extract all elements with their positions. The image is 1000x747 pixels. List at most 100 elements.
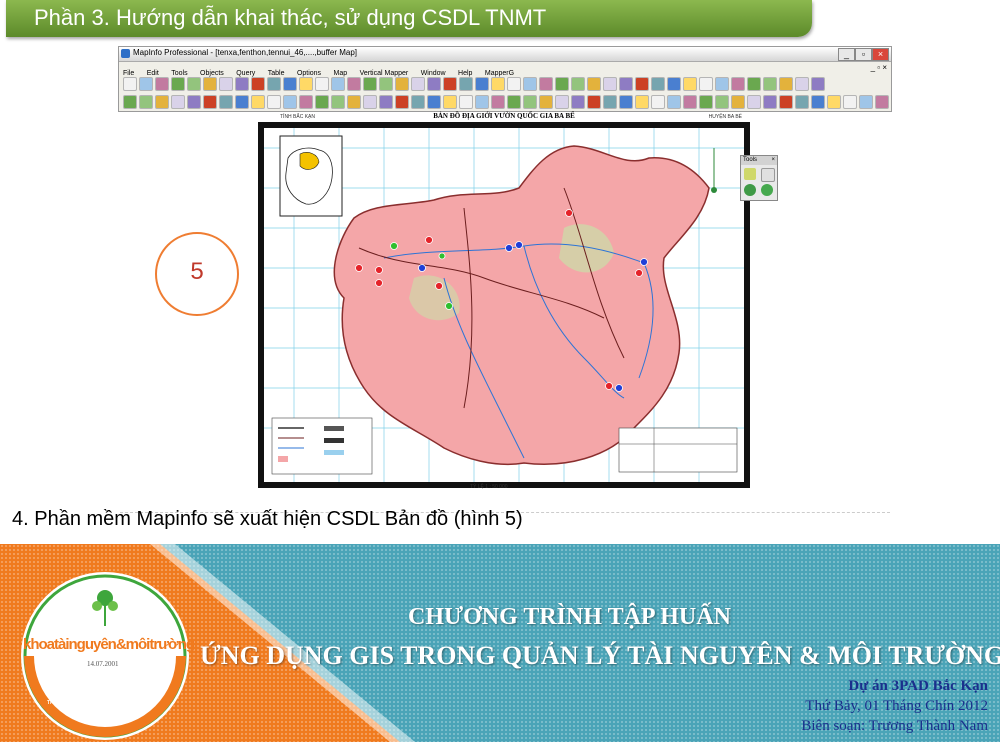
toolbar-button-icon[interactable] xyxy=(619,77,633,91)
toolbar-button-icon[interactable] xyxy=(811,77,825,91)
toolbar-button-icon[interactable] xyxy=(763,77,777,91)
toolbar-button-icon[interactable] xyxy=(363,95,377,109)
toolbar-button-icon[interactable] xyxy=(155,77,169,91)
toolbar-button-icon[interactable] xyxy=(763,95,777,109)
toolbar-button-icon[interactable] xyxy=(539,95,553,109)
toolbar-button-icon[interactable] xyxy=(539,77,553,91)
toolbar-button-icon[interactable] xyxy=(491,95,505,109)
toolbar-button-icon[interactable] xyxy=(747,77,761,91)
toolbar-button-icon[interactable] xyxy=(651,77,665,91)
toolbar-button-icon[interactable] xyxy=(171,95,185,109)
toolbar-button-icon[interactable] xyxy=(379,77,393,91)
toolbar-button-icon[interactable] xyxy=(123,95,137,109)
toolbar-button-icon[interactable] xyxy=(139,95,153,109)
toolbar-button-icon[interactable] xyxy=(619,95,633,109)
toolbar-button-icon[interactable] xyxy=(667,77,681,91)
toolbar-button-icon[interactable] xyxy=(267,77,281,91)
toolbar-button-icon[interactable] xyxy=(523,95,537,109)
toolbar-button-icon[interactable] xyxy=(507,77,521,91)
toolbar-button-icon[interactable] xyxy=(731,95,745,109)
toolbar-button-icon[interactable] xyxy=(235,77,249,91)
toolbar-button-icon[interactable] xyxy=(219,95,233,109)
toolbar-button-icon[interactable] xyxy=(475,77,489,91)
toolbar-button-icon[interactable] xyxy=(651,95,665,109)
tool-folder-icon[interactable] xyxy=(744,168,756,180)
toolbar-button-icon[interactable] xyxy=(779,95,793,109)
toolbar-button-icon[interactable] xyxy=(427,95,441,109)
toolbar-button-icon[interactable] xyxy=(715,77,729,91)
toolbar-button-icon[interactable] xyxy=(299,95,313,109)
mdi-window-buttons[interactable]: _ ▫ × xyxy=(871,63,887,72)
toolbar-button-icon[interactable] xyxy=(459,77,473,91)
toolbar-button-icon[interactable] xyxy=(603,95,617,109)
toolbar-button-icon[interactable] xyxy=(251,77,265,91)
toolbar-button-icon[interactable] xyxy=(555,95,569,109)
toolbar-button-icon[interactable] xyxy=(395,77,409,91)
toolbar-button-icon[interactable] xyxy=(843,95,857,109)
toolbar-button-icon[interactable] xyxy=(683,77,697,91)
toolbar-button-icon[interactable] xyxy=(811,95,825,109)
toolbar-button-icon[interactable] xyxy=(299,77,313,91)
toolbar-button-icon[interactable] xyxy=(507,95,521,109)
toolbar-button-icon[interactable] xyxy=(715,95,729,109)
toolbar-button-icon[interactable] xyxy=(283,77,297,91)
toolbar-button-icon[interactable] xyxy=(267,95,281,109)
toolbar-button-icon[interactable] xyxy=(187,95,201,109)
toolbar-button-icon[interactable] xyxy=(747,95,761,109)
tool-paint-icon[interactable] xyxy=(761,168,775,182)
toolbar-button-icon[interactable] xyxy=(251,95,265,109)
toolbar-button-icon[interactable] xyxy=(555,77,569,91)
toolbar-button-icon[interactable] xyxy=(795,95,809,109)
toolbar-button-icon[interactable] xyxy=(475,95,489,109)
toolbar-button-icon[interactable] xyxy=(491,77,505,91)
toolbar-button-icon[interactable] xyxy=(363,77,377,91)
toolbar-button-icon[interactable] xyxy=(523,77,537,91)
close-button[interactable]: × xyxy=(872,48,889,61)
toolbar-button-icon[interactable] xyxy=(779,77,793,91)
toolbar-button-icon[interactable] xyxy=(139,77,153,91)
maximize-button[interactable]: ▫ xyxy=(855,48,872,61)
toolbar-button-icon[interactable] xyxy=(587,95,601,109)
tool-world-icon[interactable] xyxy=(761,184,773,196)
toolbar-button-icon[interactable] xyxy=(123,77,137,91)
toolbar-button-icon[interactable] xyxy=(315,95,329,109)
toolbar-button-icon[interactable] xyxy=(731,77,745,91)
tool-globe-icon[interactable] xyxy=(744,184,756,196)
toolbar-button-icon[interactable] xyxy=(571,77,585,91)
toolbar-button-icon[interactable] xyxy=(219,77,233,91)
toolbar-button-icon[interactable] xyxy=(203,77,217,91)
toolbar-button-icon[interactable] xyxy=(411,95,425,109)
map-view[interactable] xyxy=(264,128,744,482)
toolbar-button-icon[interactable] xyxy=(459,95,473,109)
toolbar-button-icon[interactable] xyxy=(571,95,585,109)
toolbar-button-icon[interactable] xyxy=(395,95,409,109)
toolbar-button-icon[interactable] xyxy=(427,77,441,91)
toolbar-button-icon[interactable] xyxy=(443,77,457,91)
toolbar-button-icon[interactable] xyxy=(315,77,329,91)
toolbar-button-icon[interactable] xyxy=(603,77,617,91)
toolbar-button-icon[interactable] xyxy=(667,95,681,109)
toolbar-button-icon[interactable] xyxy=(379,95,393,109)
toolbar-button-icon[interactable] xyxy=(699,95,713,109)
toolbar-button-icon[interactable] xyxy=(411,77,425,91)
toolbar-button-icon[interactable] xyxy=(635,77,649,91)
toolbar-button-icon[interactable] xyxy=(283,95,297,109)
map-canvas[interactable] xyxy=(264,128,744,482)
toolbar-button-icon[interactable] xyxy=(203,95,217,109)
toolbar-button-icon[interactable] xyxy=(795,77,809,91)
tools-palette-close-button[interactable]: × xyxy=(771,156,775,165)
toolbar-button-icon[interactable] xyxy=(875,95,889,109)
toolbar-button-icon[interactable] xyxy=(635,95,649,109)
toolbar-button-icon[interactable] xyxy=(699,77,713,91)
toolbar-button-icon[interactable] xyxy=(347,77,361,91)
toolbar-button-icon[interactable] xyxy=(187,77,201,91)
toolbar-button-icon[interactable] xyxy=(683,95,697,109)
toolbar-button-icon[interactable] xyxy=(331,95,345,109)
toolbar-button-icon[interactable] xyxy=(347,95,361,109)
toolbar-button-icon[interactable] xyxy=(235,95,249,109)
toolbar-button-icon[interactable] xyxy=(171,77,185,91)
toolbar-button-icon[interactable] xyxy=(587,77,601,91)
toolbar-button-icon[interactable] xyxy=(155,95,169,109)
toolbar-button-icon[interactable] xyxy=(827,95,841,109)
minimize-button[interactable]: _ xyxy=(838,48,855,61)
